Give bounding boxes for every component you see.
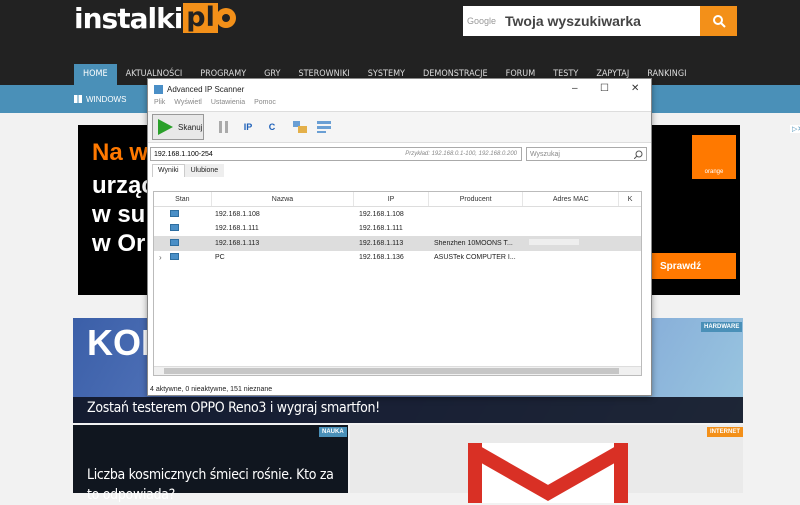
column-status[interactable]: Stan	[154, 192, 212, 206]
minimize-icon[interactable]: –	[572, 83, 578, 94]
status-cell	[154, 209, 212, 219]
windows-icon	[74, 95, 82, 103]
pause-icon[interactable]	[216, 119, 232, 135]
ad-line: urząc	[92, 172, 155, 199]
horizontal-scrollbar[interactable]	[154, 366, 641, 375]
vendor-cell: Shenzhen 10MOONS T...	[434, 239, 513, 247]
range-hint: Przykład: 192.168.0.1-100, 192.168.0.200	[405, 151, 517, 157]
ip-class-icon[interactable]: IP	[240, 119, 256, 135]
column-vendor[interactable]: Producent	[429, 192, 524, 206]
table-row[interactable]: 192.168.1.108 192.168.1.108	[154, 207, 641, 222]
menu-bar: Plik Wyświetl Ustawienia Pomoc	[148, 99, 651, 111]
article-card[interactable]: INTERNET	[350, 425, 743, 503]
class-c-icon[interactable]: C	[264, 119, 280, 135]
mac-cell	[525, 239, 621, 247]
subnav-item-windows[interactable]: WINDOWS	[74, 85, 126, 113]
result-tabs: Wyniki Ulubione	[148, 164, 651, 177]
title-bar[interactable]: Advanced IP Scanner – ☐ ✕	[148, 79, 651, 100]
status-cell	[154, 238, 212, 248]
mac-redacted	[529, 239, 579, 246]
app-window: Advanced IP Scanner – ☐ ✕ Plik Wyświetl Us…	[147, 78, 652, 396]
logo-suffix: pl	[183, 3, 218, 33]
computer-icon	[170, 238, 179, 246]
status-bar: 4 aktywne, 0 nieaktywne, 151 nieznane	[150, 386, 273, 393]
ip-cell: 192.168.1.136	[359, 254, 404, 262]
status-cell	[154, 224, 212, 233]
column-comments[interactable]: K	[619, 192, 641, 206]
ad-line: Na w	[92, 139, 149, 166]
toolbar: Skanuj IP C	[148, 111, 651, 143]
computer-icon	[170, 224, 179, 232]
tab-results[interactable]: Wyniki	[152, 164, 185, 177]
search-placeholder: Twoja wyszukiwarka	[505, 13, 641, 29]
window-title: Advanced IP Scanner	[167, 85, 245, 94]
category-badge[interactable]: NAUKA	[319, 427, 347, 437]
ip-range-input[interactable]: 192.168.1.100-254 Przykład: 192.168.0.1-…	[150, 147, 522, 161]
tab-favorites[interactable]: Ulubione	[184, 164, 225, 177]
list-view-icon[interactable]	[316, 119, 332, 135]
table-row[interactable]: 192.168.1.111 192.168.1.111	[154, 222, 641, 237]
scrollbar-thumb[interactable]	[164, 368, 619, 374]
menu-item[interactable]: Plik	[154, 99, 165, 111]
menu-item[interactable]: Ustawienia	[211, 99, 245, 111]
menu-item[interactable]: Wyświetl	[174, 99, 202, 111]
name-cell: PC	[215, 254, 225, 262]
ip-cell: 192.168.1.111	[359, 225, 403, 233]
ad-cta-button[interactable]: Sprawdź	[650, 253, 736, 279]
results-table: Stan Nazwa IP Producent Adres MAC K 192.…	[153, 191, 642, 376]
expand-icon[interactable]: ›	[159, 253, 162, 262]
column-ip[interactable]: IP	[354, 192, 429, 206]
gear-icon	[215, 8, 236, 28]
computer-icon	[170, 253, 179, 261]
article-title[interactable]: Liczba kosmicznych śmieci rośnie. Kto za…	[87, 465, 342, 505]
site-logo[interactable]: instalki pl	[74, 1, 236, 35]
name-cell: 192.168.1.113	[215, 239, 260, 247]
table-row[interactable]: › PC 192.168.1.136 ASUSTek COMPUTER I...	[154, 251, 641, 266]
search-input[interactable]: Google Twoja wyszukiwarka	[463, 6, 700, 36]
ad-line: w Or	[92, 230, 146, 257]
article-title[interactable]: Zostań testerem OPPO Reno3 i wygraj smar…	[73, 397, 743, 423]
ad-line: w su	[92, 201, 146, 228]
close-icon[interactable]: ✕	[631, 83, 639, 94]
gmail-icon	[468, 443, 628, 503]
article-card[interactable]: NAUKA Liczba kosmicznych śmieci rośnie. …	[73, 425, 348, 503]
logo-text: instalki	[74, 1, 183, 35]
ad-choices-icon[interactable]: ▷✕	[790, 125, 800, 133]
maximize-icon[interactable]: ☐	[600, 83, 609, 94]
nav-item[interactable]: HOME	[74, 64, 117, 85]
name-cell: 192.168.1.108	[215, 210, 260, 218]
status-cell: ›	[154, 253, 212, 262]
play-icon	[158, 119, 173, 135]
computer-icon	[170, 209, 179, 217]
column-mac[interactable]: Adres MAC	[523, 192, 620, 206]
orange-logo: orange	[692, 135, 736, 179]
ip-cell: 192.168.1.108	[359, 210, 404, 218]
scan-button[interactable]: Skanuj	[152, 114, 204, 140]
vendor-cell: ASUSTek COMPUTER I...	[434, 254, 516, 262]
address-bar: 192.168.1.100-254 Przykład: 192.168.0.1-…	[148, 145, 651, 163]
table-header: Stan Nazwa IP Producent Adres MAC K	[154, 192, 641, 207]
search-button[interactable]	[700, 6, 737, 36]
menu-item[interactable]: Pomoc	[254, 99, 276, 111]
table-body: 192.168.1.108 192.168.1.108 192.168.1.111 1…	[154, 207, 641, 265]
column-name[interactable]: Nazwa	[212, 192, 355, 206]
results-search-input[interactable]: Wyszukaj	[526, 147, 647, 161]
network-icon[interactable]	[292, 119, 308, 135]
site-header: instalki pl Google Twoja wyszukiwarka HO…	[0, 0, 800, 85]
category-badge[interactable]: INTERNET	[707, 427, 743, 437]
search-icon	[634, 150, 643, 159]
ip-cell: 192.168.1.113	[359, 239, 404, 247]
search-icon	[712, 15, 726, 28]
search-hint: Google	[467, 16, 497, 26]
name-cell: 192.168.1.111	[215, 225, 259, 233]
table-row[interactable]: 192.168.1.113 192.168.1.113 Shenzhen 10MOO…	[154, 236, 641, 251]
app-icon	[154, 85, 163, 94]
category-badge[interactable]: HARDWARE	[701, 322, 743, 332]
